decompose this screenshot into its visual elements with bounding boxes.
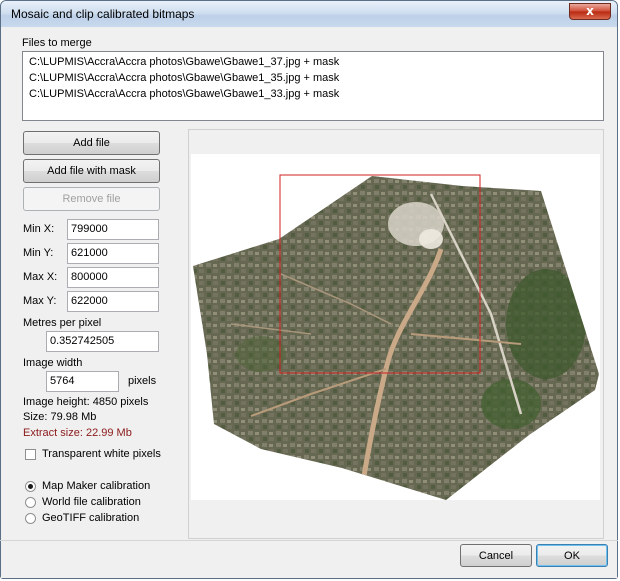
list-item[interactable]: C:\LUPMIS\Accra\Accra photos\Gbawe\Gbawe… [29,88,339,100]
transparent-white-label[interactable]: Transparent white pixels [42,448,161,460]
preview-canvas[interactable] [191,154,600,500]
metres-per-pixel-label: Metres per pixel [23,317,102,329]
window-title: Mosaic and clip calibrated bitmaps [11,7,195,21]
remove-file-button[interactable]: Remove file [23,187,160,211]
world-file-calibration-label[interactable]: World file calibration [42,496,141,508]
title-bar[interactable]: Mosaic and clip calibrated bitmaps x [1,1,617,29]
max-y-field[interactable]: 622000 [67,291,159,312]
max-y-label: Max Y: [23,295,57,307]
min-x-label: Min X: [23,223,55,235]
cancel-button[interactable]: Cancel [460,544,532,567]
add-file-with-mask-button[interactable]: Add file with mask [23,159,160,183]
image-width-label: Image width [23,357,83,369]
files-label: Files to merge [22,37,92,49]
max-x-label: Max X: [23,271,58,283]
metres-per-pixel-field[interactable]: 0.352742505 [46,331,159,352]
min-x-field[interactable]: 799000 [67,219,159,240]
files-list[interactable]: C:\LUPMIS\Accra\Accra photos\Gbawe\Gbawe… [22,51,604,121]
max-x-field[interactable]: 800000 [67,267,159,288]
map-maker-calibration-label[interactable]: Map Maker calibration [42,480,150,492]
ok-button[interactable]: OK [536,544,608,567]
close-button[interactable]: x [569,3,611,20]
close-icon: x [586,4,594,18]
radio-map-maker-calibration[interactable] [25,481,36,492]
geotiff-calibration-label[interactable]: GeoTIFF calibration [42,512,139,524]
radio-world-file-calibration[interactable] [25,497,36,508]
footer-separator [0,540,618,541]
image-width-unit: pixels [128,375,157,387]
list-item[interactable]: C:\LUPMIS\Accra\Accra photos\Gbawe\Gbawe… [29,72,339,84]
transparent-white-checkbox[interactable] [25,449,36,460]
min-y-label: Min Y: [23,247,54,259]
aerial-photo [193,176,599,500]
radio-geotiff-calibration[interactable] [25,513,36,524]
min-y-field[interactable]: 621000 [67,243,159,264]
size-text: Size: 79.98 Mb [23,411,97,423]
extract-size-text: Extract size: 22.99 Mb [23,427,132,439]
image-height-text: Image height: 4850 pixels [23,396,149,408]
add-file-button[interactable]: Add file [23,131,160,155]
list-item[interactable]: C:\LUPMIS\Accra\Accra photos\Gbawe\Gbawe… [29,56,339,68]
mosaic-preview [193,174,599,500]
image-width-field[interactable]: 5764 [46,371,119,392]
